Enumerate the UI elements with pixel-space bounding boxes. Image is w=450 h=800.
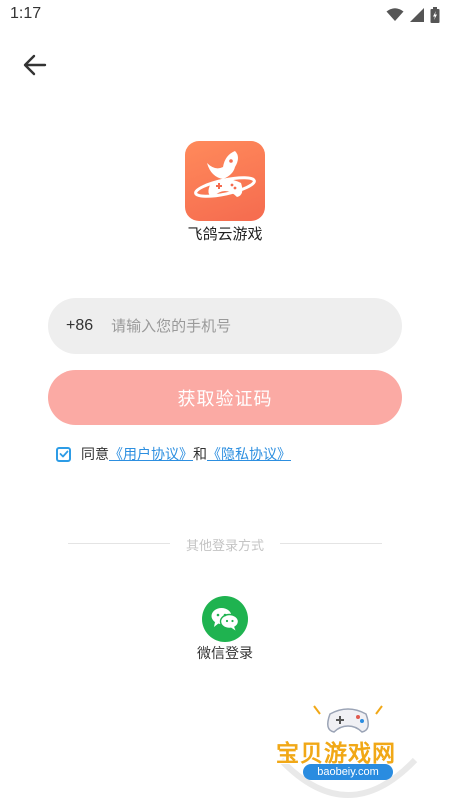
privacy-agreement-link[interactable]: 《隐私协议》 bbox=[207, 444, 291, 464]
other-login-label: 其他登录方式 bbox=[185, 539, 264, 554]
agree-prefix: 同意 bbox=[81, 447, 109, 463]
watermark-url: baobeiy.com bbox=[303, 764, 393, 780]
back-button[interactable] bbox=[18, 50, 52, 80]
wechat-login-button[interactable] bbox=[202, 596, 248, 642]
phone-input-container[interactable]: +86 bbox=[48, 298, 402, 354]
get-verification-code-button[interactable]: 获取验证码 bbox=[48, 370, 402, 425]
battery-icon bbox=[430, 7, 440, 23]
check-icon bbox=[59, 450, 68, 458]
signal-icon bbox=[410, 8, 424, 22]
watermark: 宝贝游戏网 baobeiy.com bbox=[268, 700, 428, 800]
arrow-left-icon bbox=[23, 54, 47, 76]
country-code[interactable]: +86 bbox=[66, 317, 93, 335]
agree-and: 和 bbox=[193, 447, 207, 463]
app-name: 飞鸽云游戏 bbox=[187, 225, 263, 243]
status-bar: 1:17 bbox=[0, 0, 450, 32]
wifi-icon bbox=[386, 8, 404, 21]
status-time: 1:17 bbox=[10, 5, 42, 22]
watermark-title: 宝贝游戏网 bbox=[276, 741, 396, 767]
agreement-row: 同意 《用户协议》 和 《隐私协议》 bbox=[56, 444, 291, 464]
other-login-divider: 其他登录方式 bbox=[0, 534, 450, 554]
phone-number-input[interactable] bbox=[111, 306, 402, 346]
agree-checkbox[interactable] bbox=[56, 446, 71, 462]
status-icons bbox=[386, 7, 440, 23]
wechat-icon bbox=[211, 608, 240, 631]
wechat-login-label: 微信登录 bbox=[197, 646, 253, 662]
app-logo bbox=[185, 141, 265, 221]
user-agreement-link[interactable]: 《用户协议》 bbox=[109, 444, 193, 464]
dove-gamepad-logo-icon bbox=[194, 151, 256, 198]
